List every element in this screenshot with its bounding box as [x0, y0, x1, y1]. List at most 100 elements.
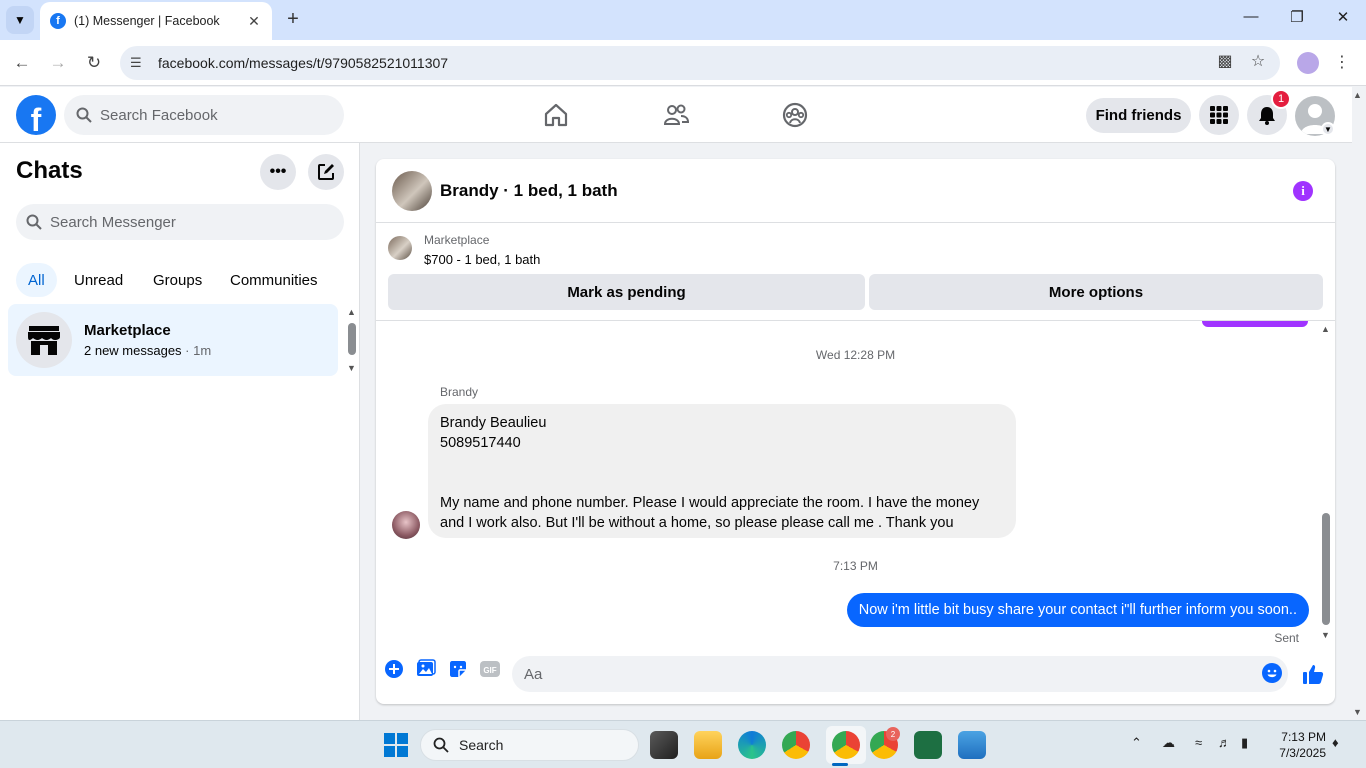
- thread-scrollbar-thumb[interactable]: [1322, 513, 1330, 625]
- filter-tab-groups[interactable]: Groups: [141, 263, 214, 297]
- forward-arrow-icon[interactable]: →: [45, 50, 71, 76]
- notification-count-badge: 1: [1271, 89, 1291, 109]
- plus-circle-icon[interactable]: [383, 658, 405, 680]
- sender-avatar[interactable]: [392, 511, 420, 539]
- sent-message-bubble[interactable]: Now i'm little bit busy share your conta…: [846, 593, 1309, 627]
- menu-grid-icon[interactable]: [1199, 95, 1239, 135]
- restore-icon[interactable]: ❐: [1282, 8, 1312, 26]
- message-thread: Wed 12:28 PM Brandy Brandy Beaulieu 5089…: [376, 321, 1335, 645]
- thread-scroll-up-icon[interactable]: ▲: [1321, 324, 1330, 334]
- emoji-icon[interactable]: [1262, 663, 1282, 683]
- marketplace-store-icon: [16, 312, 72, 368]
- excel-icon[interactable]: [914, 731, 942, 759]
- notification-bell-icon[interactable]: ♦: [1332, 735, 1339, 750]
- photo-gallery-icon[interactable]: [415, 658, 437, 680]
- marketplace-label: Marketplace: [424, 233, 490, 247]
- tray-chevron-up-icon[interactable]: ⌃: [1131, 735, 1142, 751]
- taskbar-search-input[interactable]: Search: [420, 729, 639, 761]
- onedrive-icon[interactable]: ☁: [1162, 735, 1175, 751]
- page-scroll-down-icon[interactable]: ▼: [1353, 707, 1362, 717]
- chat-name: Marketplace: [84, 322, 171, 339]
- message-input[interactable]: Aa: [512, 656, 1288, 692]
- timestamp-separator: 7:13 PM: [833, 559, 878, 573]
- tab-search-dropdown[interactable]: ▼: [6, 6, 34, 34]
- search-messenger-placeholder: Search Messenger: [50, 213, 176, 231]
- browser-tab-messenger[interactable]: f (1) Messenger | Facebook ✕: [40, 2, 272, 40]
- taskbar-search-placeholder: Search: [459, 737, 504, 753]
- browser-toolbar: ← → ↻ ☰ facebook.com/messages/t/97905825…: [0, 40, 1366, 86]
- message-line: and I work also. But I'll be without a h…: [440, 515, 954, 531]
- conversation-avatar[interactable]: [392, 171, 432, 211]
- system-clock[interactable]: 7:13 PM 7/3/2025: [1268, 729, 1326, 761]
- gif-icon[interactable]: GIF: [479, 658, 501, 680]
- windows-taskbar: Search 2 ⌃ ☁ ≈ ♬ ▮ 7:13 PM 7/3/2025 ♦: [0, 720, 1366, 768]
- thumbs-up-icon[interactable]: [1301, 662, 1325, 686]
- volume-icon[interactable]: ♬: [1218, 735, 1231, 750]
- message-composer: GIF Aa: [376, 652, 1335, 696]
- sidebar-scroll-up-icon[interactable]: ▲: [347, 307, 356, 317]
- address-bar[interactable]: ☰ facebook.com/messages/t/97905825210113…: [120, 46, 1280, 80]
- wifi-icon[interactable]: ≈: [1195, 735, 1202, 750]
- minimize-icon[interactable]: —: [1236, 8, 1266, 25]
- notepad-icon[interactable]: [958, 731, 986, 759]
- filter-tab-communities[interactable]: Communities: [218, 263, 330, 297]
- timestamp-separator: Wed 12:28 PM: [815, 348, 896, 362]
- filter-tab-unread[interactable]: Unread: [62, 263, 135, 297]
- received-message-bubble[interactable]: Brandy Beaulieu 5089517440 My name and p…: [428, 404, 1016, 538]
- search-messenger-input[interactable]: Search Messenger: [16, 204, 344, 240]
- gif-label: GIF: [483, 666, 496, 675]
- chat-options-more-icon[interactable]: •••: [260, 154, 296, 190]
- groups-icon[interactable]: [781, 101, 809, 129]
- edge-browser-icon[interactable]: [738, 731, 766, 759]
- site-settings-icon[interactable]: ☰: [130, 55, 152, 71]
- window-close-icon[interactable]: ✕: [1328, 8, 1358, 26]
- back-arrow-icon[interactable]: ←: [9, 50, 35, 76]
- chrome-active-icon[interactable]: [832, 731, 860, 759]
- clock-date: 7/3/2025: [1279, 746, 1326, 760]
- browser-menu-icon[interactable]: ⋮: [1334, 52, 1350, 72]
- chat-list-item-marketplace[interactable]: Marketplace 2 new messages · 1m: [8, 304, 338, 376]
- listing-thumbnail[interactable]: [388, 236, 412, 260]
- task-view-icon[interactable]: [650, 731, 678, 759]
- mark-as-pending-button[interactable]: Mark as pending: [388, 274, 865, 310]
- facebook-search-input[interactable]: Search Facebook: [64, 95, 344, 135]
- facebook-logo-icon[interactable]: f: [16, 95, 56, 135]
- install-app-icon[interactable]: ▩: [1213, 50, 1237, 74]
- search-icon: [26, 214, 42, 230]
- message-line: 5089517440: [440, 435, 521, 451]
- sidebar-scrollbar-thumb[interactable]: [348, 323, 356, 355]
- account-chevron-down-icon[interactable]: ▼: [1321, 122, 1335, 136]
- bookmark-star-icon[interactable]: ☆: [1246, 50, 1270, 74]
- chrome-icon[interactable]: [782, 731, 810, 759]
- new-message-compose-icon[interactable]: [308, 154, 344, 190]
- sidebar-scroll-down-icon[interactable]: ▼: [347, 363, 356, 373]
- clock-time: 7:13 PM: [1281, 730, 1326, 744]
- listing-price-title[interactable]: $700 - 1 bed, 1 bath: [424, 252, 540, 267]
- filter-tab-all[interactable]: All: [16, 263, 57, 297]
- friends-icon[interactable]: [662, 101, 690, 129]
- chats-sidebar: Chats ••• Search Messenger All Unread Gr…: [0, 143, 360, 720]
- facebook-search-placeholder: Search Facebook: [100, 106, 218, 124]
- message-line: Brandy Beaulieu: [440, 415, 547, 431]
- tab-close-icon[interactable]: ✕: [246, 13, 262, 30]
- sticker-icon[interactable]: [447, 658, 469, 680]
- page-scroll-up-icon[interactable]: ▲: [1353, 90, 1362, 100]
- conversation-info-icon[interactable]: i: [1293, 181, 1313, 201]
- more-options-button[interactable]: More options: [869, 274, 1323, 310]
- sender-name: Brandy: [440, 385, 479, 399]
- home-icon[interactable]: [542, 101, 570, 129]
- browser-tabbar: ▼ f (1) Messenger | Facebook ✕ + — ❐ ✕: [0, 0, 1366, 40]
- sent-status-label: Sent: [1274, 631, 1299, 645]
- reload-icon[interactable]: ↻: [81, 50, 107, 76]
- find-friends-button[interactable]: Find friends: [1086, 98, 1191, 133]
- battery-icon[interactable]: ▮: [1241, 735, 1248, 751]
- browser-profile-avatar[interactable]: [1297, 52, 1319, 74]
- conversation-title[interactable]: Brandy · 1 bed, 1 bath: [440, 181, 618, 201]
- file-explorer-icon[interactable]: [694, 731, 722, 759]
- thread-scroll-down-icon[interactable]: ▼: [1321, 630, 1330, 640]
- windows-start-icon[interactable]: [384, 733, 408, 757]
- chat-time: 1m: [193, 343, 212, 358]
- chats-heading: Chats: [16, 157, 83, 184]
- new-tab-plus-icon[interactable]: +: [282, 8, 304, 30]
- active-app-indicator: [832, 763, 848, 766]
